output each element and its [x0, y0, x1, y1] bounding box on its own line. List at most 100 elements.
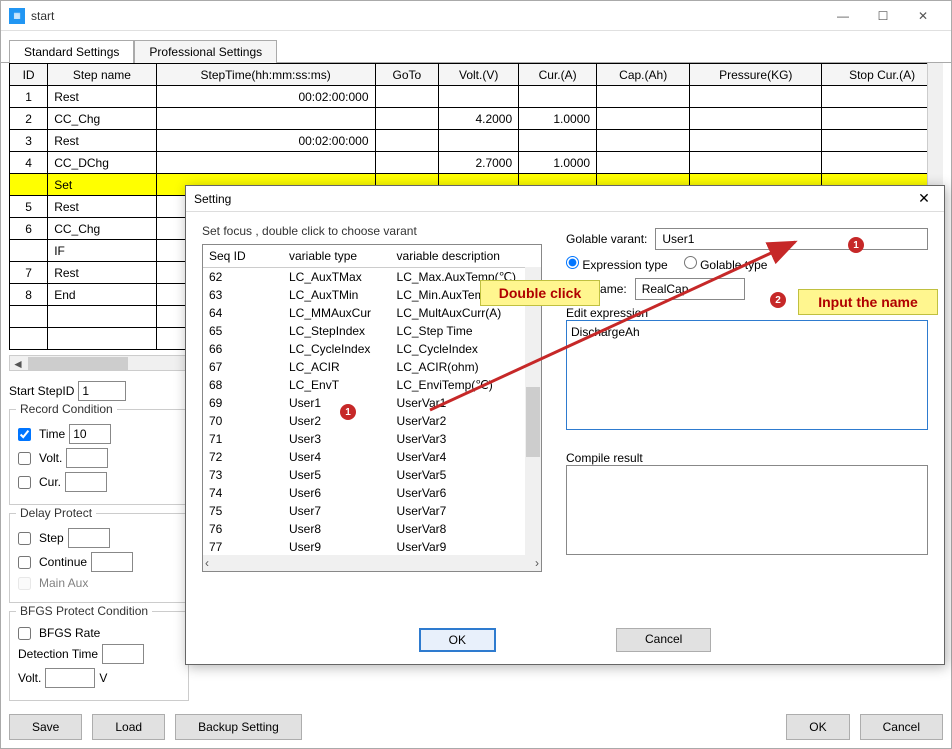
variable-row[interactable]: 72User4UserVar4: [203, 448, 541, 466]
maximize-button[interactable]: ☐: [863, 3, 903, 29]
golable-input[interactable]: [655, 228, 928, 250]
record-legend: Record Condition: [16, 402, 117, 416]
minimize-button[interactable]: —: [823, 3, 863, 29]
dialog-ok-button[interactable]: OK: [419, 628, 496, 652]
varlist-scroll-h[interactable]: ‹›: [203, 555, 541, 571]
continue-input[interactable]: [91, 552, 133, 572]
col-type[interactable]: variable type: [283, 245, 391, 268]
steps-col[interactable]: GoTo: [375, 64, 439, 86]
dialog-title: Setting: [194, 192, 912, 206]
steps-col[interactable]: Cap.(Ah): [597, 64, 690, 86]
mainaux-label: Main Aux: [39, 576, 88, 590]
variable-row[interactable]: 75User7UserVar7: [203, 502, 541, 520]
variable-row[interactable]: 73User5UserVar5: [203, 466, 541, 484]
variable-row[interactable]: 76User8UserVar8: [203, 520, 541, 538]
col-desc[interactable]: variable description: [391, 245, 541, 268]
variable-row[interactable]: 66LC_CycleIndexLC_CycleIndex: [203, 340, 541, 358]
variable-row[interactable]: 65LC_StepIndexLC_Step Time: [203, 322, 541, 340]
col-seq[interactable]: Seq ID: [203, 245, 283, 268]
scroll-thumb[interactable]: [28, 357, 128, 370]
compile-label: Compile result: [566, 451, 928, 465]
expr-type-radio[interactable]: Expression type: [566, 256, 668, 272]
titlebar: ▦ start — ☐ ✕: [1, 1, 951, 31]
steps-col[interactable]: Volt.(V): [439, 64, 519, 86]
app-icon: ▦: [9, 8, 25, 24]
start-stepid-label: Start StepID: [9, 384, 74, 398]
expname-input[interactable]: [635, 278, 745, 300]
steps-col[interactable]: StepTime(hh:mm:ss:ms): [156, 64, 375, 86]
cancel-button[interactable]: Cancel: [860, 714, 943, 740]
step-input[interactable]: [68, 528, 110, 548]
bfgs-group: BFGS Protect Condition BFGS Rate Detecti…: [9, 611, 189, 701]
continue-label: Continue: [39, 555, 87, 569]
dialog-cancel-button[interactable]: Cancel: [616, 628, 711, 652]
detect-label: Detection Time: [18, 647, 98, 661]
cur-label: Cur.: [39, 475, 61, 489]
step-checkbox[interactable]: [18, 532, 31, 545]
variable-row[interactable]: 77User9UserVar9: [203, 538, 541, 556]
step-row[interactable]: 1Rest00:02:00:000: [10, 86, 943, 108]
variable-row[interactable]: 69User1UserVar1: [203, 394, 541, 412]
volt-label: Volt.: [39, 451, 62, 465]
variable-row[interactable]: 68LC_EnvTLC_EnviTemp(℃): [203, 376, 541, 394]
save-button[interactable]: Save: [9, 714, 82, 740]
load-button[interactable]: Load: [92, 714, 165, 740]
cur-input[interactable]: [65, 472, 107, 492]
tab-standard[interactable]: Standard Settings: [9, 40, 134, 63]
callout-double-click: Double click: [480, 280, 600, 306]
step-row[interactable]: 2CC_Chg4.20001.0000: [10, 108, 943, 130]
step-label: Step: [39, 531, 64, 545]
delay-protect-group: Delay Protect Step Continue Main Aux: [9, 513, 189, 603]
tab-strip: Standard Settings Professional Settings: [1, 31, 951, 62]
variable-row[interactable]: 71User3UserVar3: [203, 430, 541, 448]
footer: Save Load Backup Setting OK Cancel: [9, 714, 943, 740]
step-row[interactable]: 4CC_DChg2.70001.0000: [10, 152, 943, 174]
step-row[interactable]: 3Rest00:02:00:000: [10, 130, 943, 152]
bfgs-legend: BFGS Protect Condition: [16, 604, 152, 618]
edit-expression-textarea[interactable]: [566, 320, 928, 430]
golable-label: Golable varant:: [566, 232, 647, 246]
steps-col[interactable]: Cur.(A): [519, 64, 597, 86]
time-input[interactable]: [69, 424, 111, 444]
steps-col[interactable]: Stop Cur.(A): [822, 64, 943, 86]
window-title: start: [31, 9, 823, 23]
time-checkbox[interactable]: [18, 428, 31, 441]
bfgs-rate-checkbox[interactable]: [18, 627, 31, 640]
golable-type-radio[interactable]: Golable type: [684, 256, 768, 272]
steps-col[interactable]: Step name: [48, 64, 157, 86]
ok-button[interactable]: OK: [786, 714, 849, 740]
backup-button[interactable]: Backup Setting: [175, 714, 302, 740]
dialog-close-button[interactable]: ✕: [912, 190, 936, 207]
tab-professional[interactable]: Professional Settings: [134, 40, 277, 63]
variable-row[interactable]: 64LC_MMAuxCurLC_MultAuxCurr(A): [203, 304, 541, 322]
time-label: Time: [39, 427, 65, 441]
start-stepid-input[interactable]: [78, 381, 126, 401]
steps-col[interactable]: ID: [10, 64, 48, 86]
variable-row[interactable]: 70User2UserVar2: [203, 412, 541, 430]
badge-1a: 1: [340, 404, 356, 420]
mainaux-checkbox: [18, 577, 31, 590]
volt-input[interactable]: [66, 448, 108, 468]
callout-input-name: Input the name: [798, 289, 938, 315]
volt2-label: Volt.: [18, 671, 41, 685]
variable-row[interactable]: 67LC_ACIRLC_ACIR(ohm): [203, 358, 541, 376]
variant-hint: Set focus , double click to choose varan…: [202, 224, 542, 238]
badge-1b: 1: [848, 237, 864, 253]
bfgs-rate-label: BFGS Rate: [39, 626, 100, 640]
compile-result-textarea[interactable]: [566, 465, 928, 555]
detect-input[interactable]: [102, 644, 144, 664]
volt-checkbox[interactable]: [18, 452, 31, 465]
scroll-left-icon[interactable]: ◄: [10, 356, 26, 371]
volt2-input[interactable]: [45, 668, 95, 688]
setting-dialog: Setting ✕ Set focus , double click to ch…: [185, 185, 945, 665]
variable-row[interactable]: 74User6UserVar6: [203, 484, 541, 502]
cur-checkbox[interactable]: [18, 476, 31, 489]
continue-checkbox[interactable]: [18, 556, 31, 569]
delay-legend: Delay Protect: [16, 506, 96, 520]
varlist-scroll-v[interactable]: [525, 267, 541, 555]
badge-2: 2: [770, 292, 786, 308]
record-condition-group: Record Condition Time Volt. Cur.: [9, 409, 189, 505]
unit-v: V: [99, 671, 107, 685]
steps-col[interactable]: Pressure(KG): [690, 64, 822, 86]
close-button[interactable]: ✕: [903, 3, 943, 29]
